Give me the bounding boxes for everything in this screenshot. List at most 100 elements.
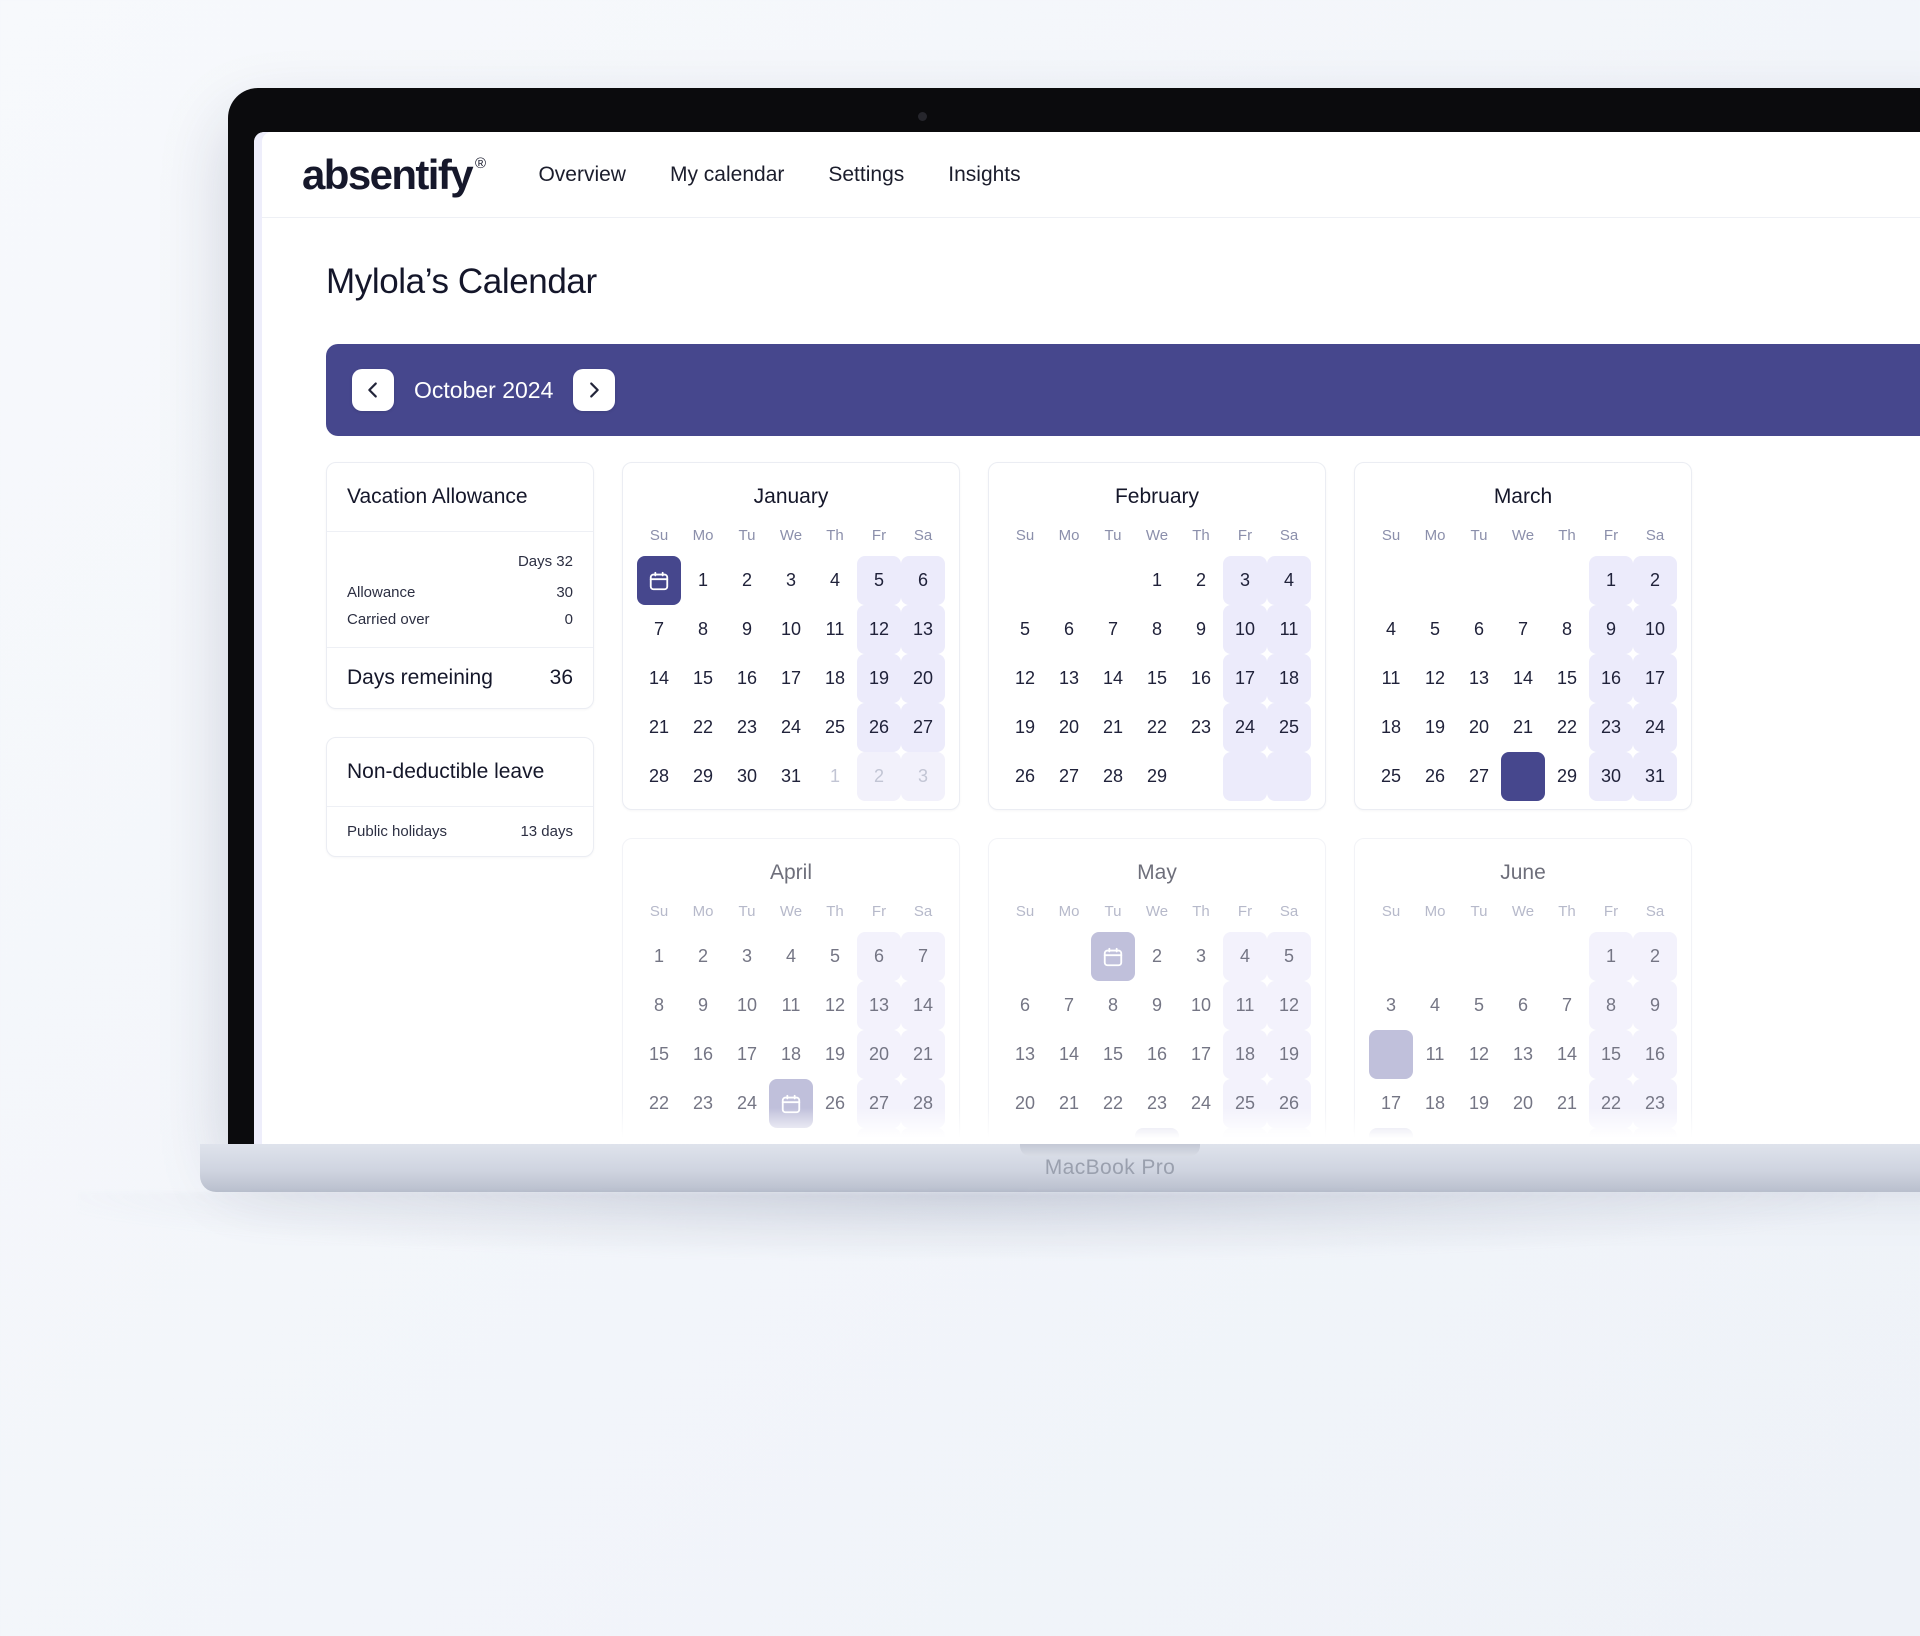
calendar-day-cell[interactable]: 17 (1633, 654, 1677, 703)
calendar-day-cell[interactable]: 1 (1589, 556, 1633, 605)
calendar-day-cell[interactable]: 13 (1047, 654, 1091, 703)
calendar-day-cell[interactable]: 16 (1135, 1030, 1179, 1079)
calendar-day-cell[interactable]: 3 (725, 932, 769, 981)
calendar-day-cell[interactable]: 13 (857, 981, 901, 1030)
calendar-day-cell[interactable]: 18 (813, 654, 857, 703)
calendar-day-cell[interactable]: 6 (857, 932, 901, 981)
calendar-day-cell[interactable]: 10 (1223, 605, 1267, 654)
calendar-day-cell[interactable]: 8 (1135, 605, 1179, 654)
calendar-day-cell[interactable]: 17 (1179, 1030, 1223, 1079)
calendar-day-cell[interactable]: 19 (813, 1030, 857, 1079)
calendar-day-cell[interactable]: 24 (1223, 703, 1267, 752)
calendar-day-cell[interactable]: 26 (1267, 1079, 1311, 1128)
calendar-day-cell[interactable]: 5 (1267, 932, 1311, 981)
calendar-day-cell[interactable]: 27 (901, 703, 945, 752)
calendar-day-cell[interactable]: 5 (1413, 605, 1457, 654)
calendar-day-cell[interactable]: 29 (1135, 752, 1179, 801)
calendar-day-cell[interactable]: 25 (1369, 752, 1413, 801)
calendar-day-cell[interactable]: 14 (1545, 1030, 1589, 1079)
nav-link-overview[interactable]: Overview (538, 163, 626, 187)
calendar-day-cell[interactable]: 4 (813, 556, 857, 605)
calendar-day-cell[interactable]: 26 (1413, 752, 1457, 801)
calendar-day-cell[interactable]: 15 (1135, 654, 1179, 703)
calendar-day-cell[interactable]: 28 (1091, 752, 1135, 801)
calendar-day-cell[interactable]: 12 (813, 981, 857, 1030)
calendar-day-cell[interactable]: 3 (1223, 556, 1267, 605)
calendar-day-cell[interactable]: 30 (1589, 752, 1633, 801)
calendar-day-cell[interactable]: 28 (901, 1079, 945, 1128)
calendar-day-cell[interactable]: 26 (1003, 752, 1047, 801)
calendar-day-cell[interactable]: 26 (813, 1079, 857, 1128)
calendar-day-cell[interactable]: 15 (681, 654, 725, 703)
calendar-day-cell[interactable]: 2 (1179, 556, 1223, 605)
calendar-day-cell[interactable]: 18 (1413, 1079, 1457, 1128)
calendar-day-cell[interactable]: 9 (1589, 605, 1633, 654)
calendar-day-cell[interactable]: 10 (1179, 981, 1223, 1030)
calendar-day-cell[interactable]: 11 (769, 981, 813, 1030)
calendar-day-cell[interactable]: 24 (1633, 703, 1677, 752)
nav-link-settings[interactable]: Settings (828, 163, 904, 187)
calendar-day-cell[interactable]: 18 (1223, 1030, 1267, 1079)
calendar-day-cell[interactable]: 20 (1457, 703, 1501, 752)
calendar-day-cell[interactable]: 22 (1589, 1079, 1633, 1128)
calendar-day-cell[interactable]: 12 (857, 605, 901, 654)
calendar-day-cell[interactable]: 20 (901, 654, 945, 703)
calendar-day-cell[interactable]: 24 (1179, 1079, 1223, 1128)
calendar-day-cell[interactable]: 17 (769, 654, 813, 703)
calendar-day-cell[interactable]: 13 (1501, 1030, 1545, 1079)
calendar-day-cell[interactable]: 27 (1457, 752, 1501, 801)
calendar-day-cell[interactable]: 5 (1003, 605, 1047, 654)
calendar-day-cell[interactable]: 22 (1135, 703, 1179, 752)
calendar-day-cell[interactable]: 23 (1135, 1079, 1179, 1128)
calendar-day-cell[interactable]: 18 (1267, 654, 1311, 703)
calendar-day-cell[interactable]: 9 (681, 981, 725, 1030)
calendar-day-cell[interactable]: 4 (769, 932, 813, 981)
previous-month-button[interactable] (352, 369, 394, 411)
calendar-day-cell[interactable]: 15 (1545, 654, 1589, 703)
calendar-day-cell[interactable]: 27 (857, 1079, 901, 1128)
calendar-day-cell[interactable]: 12 (1413, 654, 1457, 703)
nav-link-insights[interactable]: Insights (948, 163, 1020, 187)
calendar-day-cell[interactable]: 23 (681, 1079, 725, 1128)
calendar-day-cell[interactable]: 2 (1633, 556, 1677, 605)
calendar-day-cell[interactable]: 21 (1047, 1079, 1091, 1128)
calendar-day-cell[interactable]: 16 (1179, 654, 1223, 703)
calendar-day-cell[interactable]: 26 (857, 703, 901, 752)
calendar-day-cell[interactable]: 15 (1589, 1030, 1633, 1079)
calendar-day-cell[interactable]: 2 (681, 932, 725, 981)
calendar-day-cell[interactable]: 20 (857, 1030, 901, 1079)
calendar-day-cell[interactable]: 11 (1267, 605, 1311, 654)
calendar-day-today[interactable] (637, 556, 681, 605)
calendar-day-cell[interactable]: 15 (637, 1030, 681, 1079)
calendar-day-cell[interactable]: 3 (901, 752, 945, 801)
calendar-day-cell[interactable]: 23 (1633, 1079, 1677, 1128)
calendar-day-cell[interactable]: 14 (901, 981, 945, 1030)
calendar-day-empty[interactable] (1267, 752, 1311, 801)
calendar-day-cell[interactable]: 19 (1003, 703, 1047, 752)
calendar-day-cell[interactable]: 19 (1267, 1030, 1311, 1079)
calendar-day-cell[interactable]: 18 (1369, 703, 1413, 752)
calendar-day-cell[interactable]: 17 (1223, 654, 1267, 703)
calendar-day-cell[interactable]: 17 (725, 1030, 769, 1079)
calendar-day-cell[interactable]: 12 (1003, 654, 1047, 703)
calendar-day-cell[interactable]: 23 (725, 703, 769, 752)
calendar-day-cell[interactable]: 2 (1633, 932, 1677, 981)
calendar-day-cell[interactable]: 24 (769, 703, 813, 752)
calendar-day-today[interactable] (1091, 932, 1135, 981)
calendar-day-cell[interactable]: 3 (1369, 981, 1413, 1030)
calendar-day-cell[interactable]: 2 (1135, 932, 1179, 981)
calendar-day-cell[interactable]: 19 (1413, 703, 1457, 752)
calendar-day-cell[interactable]: 4 (1223, 932, 1267, 981)
calendar-day-cell[interactable]: 21 (1501, 703, 1545, 752)
calendar-day-cell[interactable]: 22 (1091, 1079, 1135, 1128)
calendar-day-cell[interactable]: 22 (637, 1079, 681, 1128)
calendar-day-cell[interactable]: 7 (1545, 981, 1589, 1030)
calendar-day-cell[interactable]: 21 (1091, 703, 1135, 752)
calendar-day-cell[interactable]: 9 (1135, 981, 1179, 1030)
calendar-day-cell[interactable]: 11 (1369, 654, 1413, 703)
calendar-day-cell[interactable]: 3 (769, 556, 813, 605)
calendar-day-cell[interactable]: 24 (725, 1079, 769, 1128)
calendar-day-cell[interactable]: 8 (1545, 605, 1589, 654)
calendar-day-cell[interactable]: 3 (1179, 932, 1223, 981)
calendar-day-cell[interactable]: 6 (901, 556, 945, 605)
